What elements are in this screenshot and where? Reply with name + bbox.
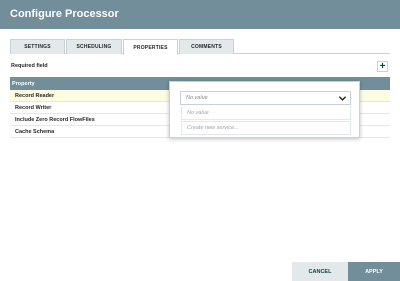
option-create-new-service[interactable]: Create new service...: [181, 121, 351, 135]
combo-editor: No value No value Create new service...: [169, 81, 360, 138]
property-name: Record Writer: [15, 104, 52, 111]
tab-properties[interactable]: PROPERTIES: [123, 39, 178, 55]
property-name: Cache Schema: [15, 128, 55, 135]
property-header-label: Property: [12, 80, 35, 87]
property-name: Include Zero Record FlowFiles: [15, 116, 95, 123]
add-property-button[interactable]: +: [377, 61, 388, 72]
tab-settings[interactable]: SETTINGS: [10, 39, 65, 54]
apply-button[interactable]: APPLY: [348, 262, 400, 281]
tab-bar: SETTINGS SCHEDULING PROPERTIES COMMENTS: [10, 39, 390, 55]
tab-scheduling[interactable]: SCHEDULING: [66, 39, 122, 54]
dialog-header: Configure Processor: [0, 0, 400, 29]
required-field-label: Required field: [11, 63, 48, 69]
dialog-footer: CANCEL APPLY: [0, 262, 400, 281]
tab-comments[interactable]: COMMENTS: [179, 39, 234, 54]
property-name: Record Reader: [15, 92, 55, 99]
plus-icon: +: [379, 60, 386, 72]
cancel-button[interactable]: CANCEL: [292, 262, 348, 281]
dialog-title: Configure Processor: [10, 8, 119, 20]
service-select-value: No value: [186, 95, 208, 101]
option-no-value[interactable]: No value: [181, 106, 351, 120]
service-select[interactable]: No value: [180, 91, 351, 105]
chevron-down-icon: [338, 96, 347, 101]
